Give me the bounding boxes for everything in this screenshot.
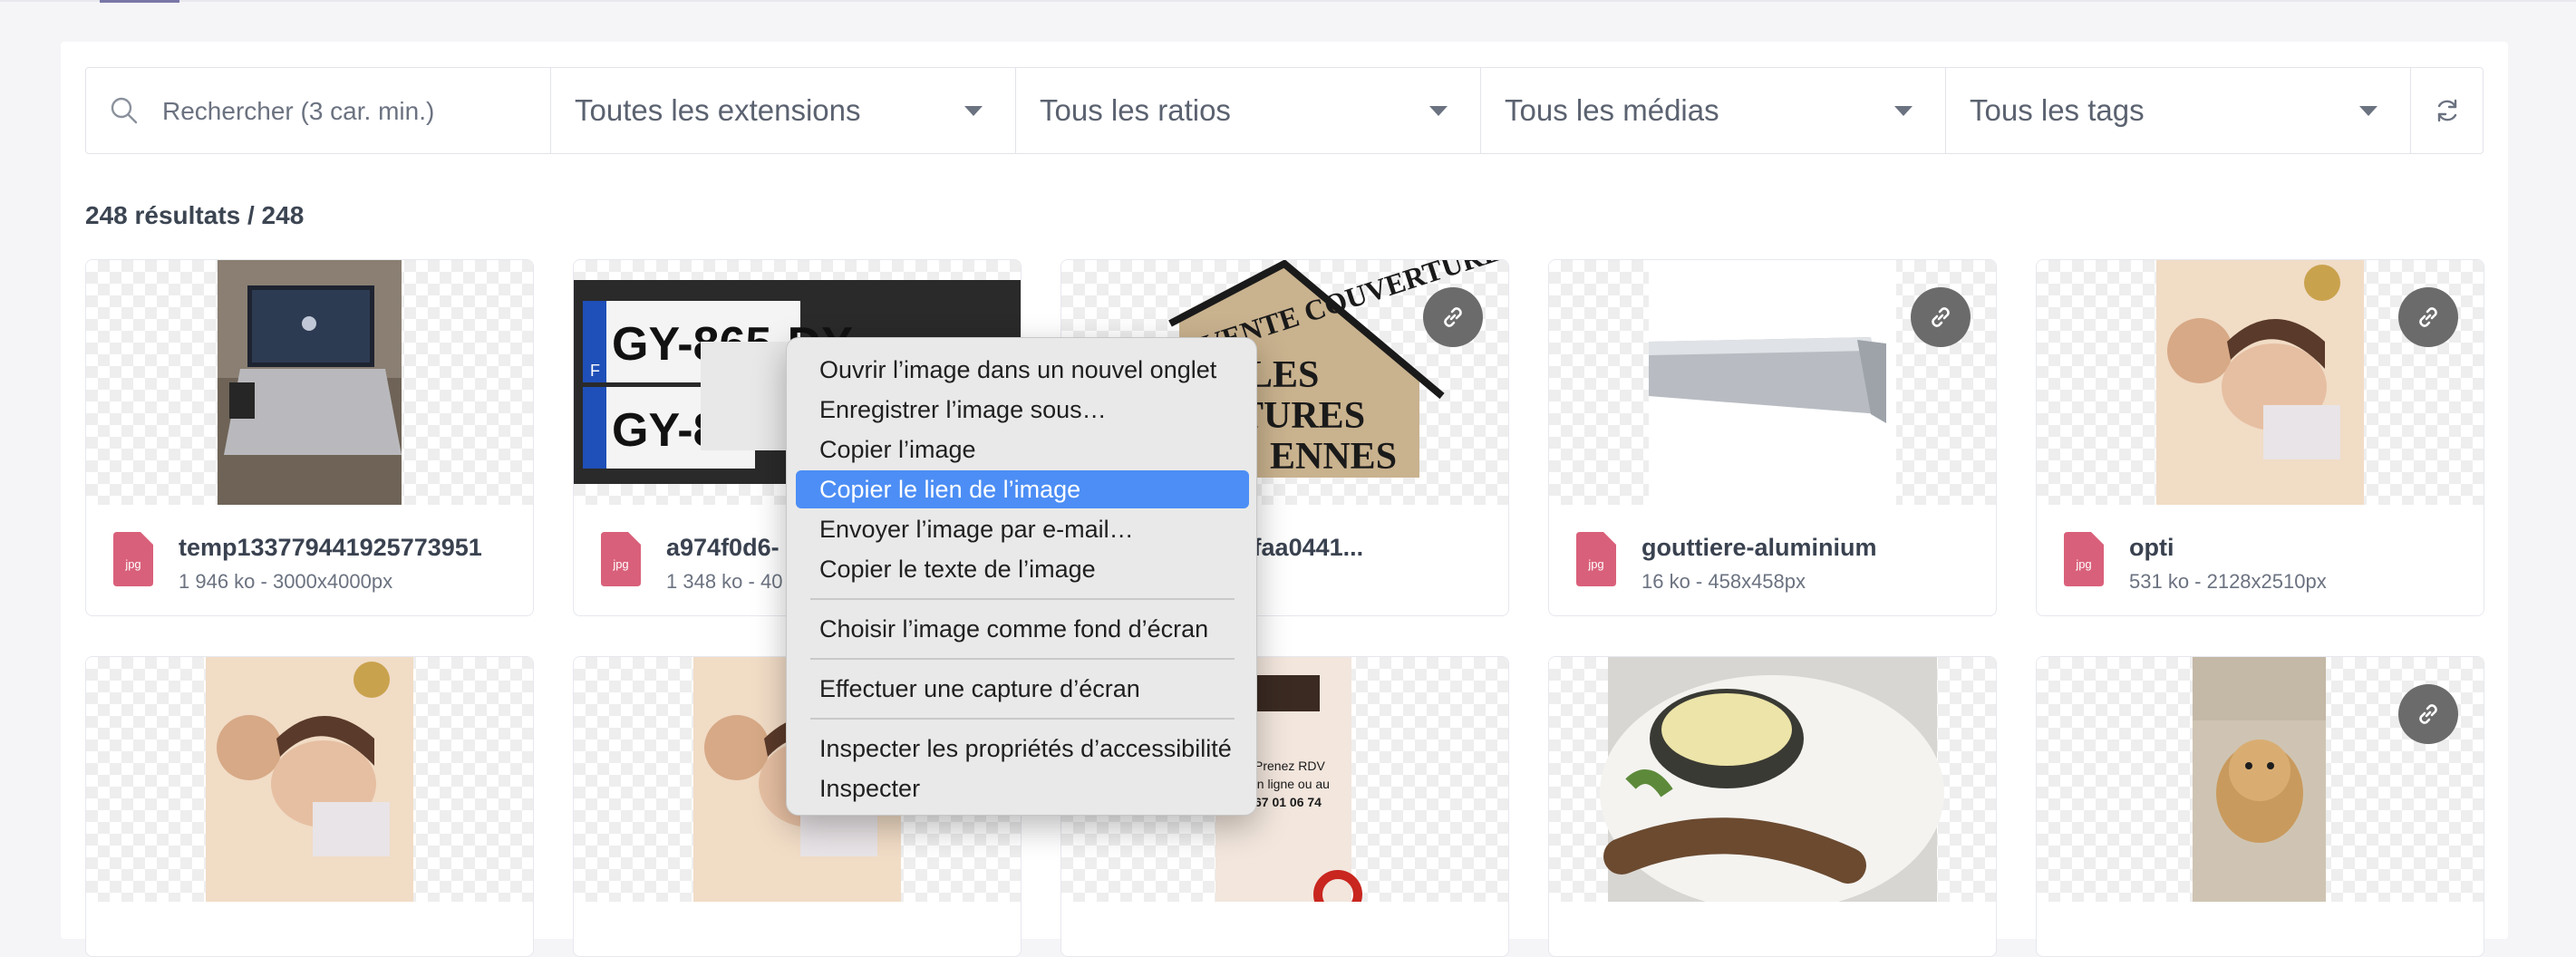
media-card[interactable]: jpg temp133779441925773951 1 946 ko - 30… — [85, 259, 534, 616]
menu-item-open-image-new-tab[interactable]: Ouvrir l’image dans un nouvel onglet — [796, 351, 1249, 389]
refresh-button[interactable] — [2411, 68, 2483, 153]
ratio-select-label: Tous les ratios — [1040, 93, 1231, 127]
file-jpg-icon: jpg — [113, 532, 153, 586]
menu-separator — [810, 658, 1235, 660]
file-ext: jpg — [1587, 557, 1603, 571]
copy-link-button[interactable] — [2398, 287, 2458, 347]
link-icon — [1444, 307, 1462, 327]
file-jpg-icon: jpg — [2064, 532, 2104, 586]
menu-item-inspect[interactable]: Inspecter — [796, 769, 1249, 807]
active-tab-indicator — [100, 0, 179, 3]
chevron-down-icon — [2359, 106, 2377, 116]
chevron-down-icon — [1429, 106, 1448, 116]
extension-select-label: Toutes les extensions — [575, 93, 861, 127]
media-select-label: Tous les médias — [1505, 93, 1719, 127]
tag-select[interactable]: Tous les tags — [1946, 68, 2411, 153]
media-card[interactable]: jpg opti 531 ko - 2128x2510px — [2036, 259, 2484, 616]
file-name: temp133779441925773951 — [179, 534, 482, 561]
context-menu: Ouvrir l’image dans un nouvel onglet Enr… — [786, 337, 1257, 816]
file-meta: 1 348 ko - 40 — [666, 570, 783, 593]
thumbnail[interactable] — [2037, 260, 2484, 505]
logo-text: ENNES — [1270, 436, 1397, 478]
menu-item-inspect-accessibility[interactable]: Inspecter les propriétés d’accessibilité — [796, 730, 1249, 768]
copy-link-button[interactable] — [1423, 287, 1483, 347]
ratio-select[interactable]: Tous les ratios — [1016, 68, 1481, 153]
menu-item-take-screenshot[interactable]: Effectuer une capture d’écran — [796, 670, 1249, 708]
food-photo — [1600, 657, 1944, 902]
link-icon — [2419, 307, 2437, 327]
file-meta: 531 ko - 2128x2510px — [2129, 570, 2327, 593]
menu-item-save-image-as[interactable]: Enregistrer l’image sous… — [796, 391, 1249, 429]
copy-link-button[interactable] — [2398, 684, 2458, 744]
file-meta: 16 ko - 458x458px — [1641, 570, 1806, 593]
search-cell — [86, 68, 551, 153]
flyer-text: en ligne ou au — [1250, 777, 1330, 791]
card-info: jpg temp133779441925773951 1 946 ko - 30… — [86, 505, 533, 614]
media-card[interactable] — [2036, 656, 2484, 957]
menu-item-copy-image[interactable]: Copier l’image — [796, 430, 1249, 469]
media-card[interactable] — [1548, 656, 1997, 957]
file-ext: jpg — [124, 557, 140, 571]
chevron-down-icon — [1894, 106, 1913, 116]
chevron-down-icon — [964, 106, 983, 116]
refresh-icon — [2437, 99, 2456, 122]
flyer-text: Prenez RDV — [1254, 759, 1325, 773]
thumbnail[interactable] — [2037, 657, 2484, 902]
file-jpg-icon: jpg — [601, 532, 641, 586]
thumbnail[interactable] — [1549, 260, 1996, 505]
file-name: opti — [2129, 534, 2174, 561]
search-icon — [111, 97, 138, 124]
thumbnail[interactable] — [86, 657, 533, 902]
file-ext: jpg — [612, 557, 628, 571]
menu-item-email-image[interactable]: Envoyer l’image par e-mail… — [796, 510, 1249, 548]
media-card[interactable] — [85, 656, 534, 957]
copy-link-button[interactable] — [1911, 287, 1971, 347]
flyer-text: 67 01 06 74 — [1254, 795, 1322, 809]
file-name: gouttiere-aluminium — [1641, 534, 1877, 561]
filter-bar: Toutes les extensions Tous les ratios To… — [85, 67, 2484, 154]
file-jpg-icon: jpg — [1576, 532, 1616, 586]
menu-item-set-wallpaper[interactable]: Choisir l’image comme fond d’écran — [796, 610, 1249, 648]
results-count: 248 résultats / 248 — [85, 201, 305, 229]
link-icon — [2419, 704, 2437, 724]
file-name: a974f0d6- — [666, 534, 780, 561]
file-meta: 1 946 ko - 3000x4000px — [179, 570, 393, 593]
menu-separator — [810, 718, 1235, 720]
media-card[interactable]: jpg gouttiere-aluminium 16 ko - 458x458p… — [1548, 259, 1997, 616]
laptop-photo — [218, 260, 402, 505]
thumbnail[interactable] — [86, 260, 533, 505]
card-info: jpg gouttiere-aluminium 16 ko - 458x458p… — [1549, 505, 1996, 614]
link-icon — [1932, 307, 1950, 327]
search-input[interactable] — [160, 86, 527, 137]
menu-separator — [810, 598, 1235, 600]
menu-item-copy-image-text[interactable]: Copier le texte de l’image — [796, 550, 1249, 588]
extension-select[interactable]: Toutes les extensions — [551, 68, 1016, 153]
media-select[interactable]: Tous les médias — [1481, 68, 1946, 153]
logo-text: TURES — [1238, 395, 1365, 437]
menu-item-copy-image-link[interactable]: Copier le lien de l’image — [796, 470, 1249, 508]
spa-poster — [206, 657, 413, 902]
thumbnail[interactable] — [1549, 657, 1996, 902]
tag-select-label: Tous les tags — [1970, 93, 2145, 127]
file-ext: jpg — [2075, 557, 2091, 571]
plate-country: F — [590, 362, 600, 380]
top-bar — [0, 0, 2576, 2]
logo-text: LES — [1247, 354, 1319, 396]
card-info: jpg opti 531 ko - 2128x2510px — [2037, 505, 2484, 614]
